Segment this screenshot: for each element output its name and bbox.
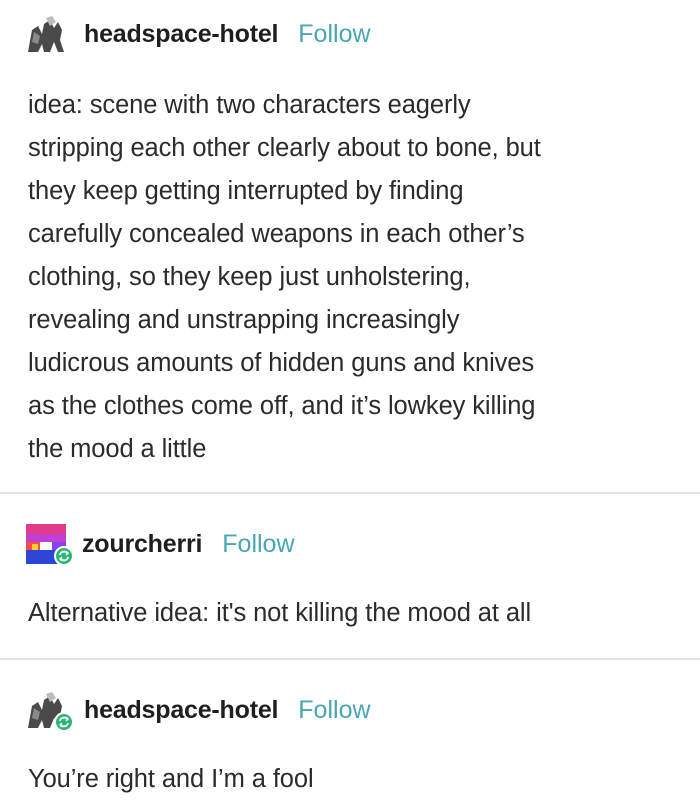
post-text: idea: scene with two characters eagerly …	[28, 84, 670, 471]
post-text-line: idea: scene with two characters eagerly	[28, 91, 471, 119]
post-header: headspace-hotel Follow	[0, 12, 700, 56]
follow-button[interactable]: Follow	[222, 530, 294, 559]
post-username[interactable]: headspace-hotel	[84, 20, 278, 49]
post-text-line: You’re right and I’m a fool	[28, 765, 314, 793]
post-text-line: as the clothes come off, and it’s lowkey…	[28, 392, 536, 420]
headspace-hotel-avatar-icon[interactable]	[24, 14, 70, 54]
post-header: headspace-hotel Follow	[0, 688, 700, 732]
post-divider	[0, 492, 700, 494]
reblog-icon	[54, 712, 74, 732]
post-text-line: they keep getting interrupted by finding	[28, 177, 464, 205]
post-divider	[0, 658, 700, 660]
reblog-icon	[54, 546, 74, 566]
post-text-line: Alternative idea: it's not killing the m…	[28, 599, 532, 627]
post-text: Alternative idea: it's not killing the m…	[28, 592, 670, 635]
follow-button[interactable]: Follow	[298, 696, 370, 725]
post-text: You’re right and I’m a fool	[28, 758, 670, 801]
post-2: zourcherri Follow Alternative idea: it's…	[0, 522, 700, 635]
post-text-line: carefully concealed weapons in each othe…	[28, 220, 525, 248]
zourcherri-avatar-icon[interactable]	[24, 524, 74, 566]
post-text-line: clothing, so they keep just unholstering…	[28, 263, 471, 291]
post-text-line: revealing and unstrapping increasingly	[28, 306, 460, 334]
post-1: headspace-hotel Follow idea: scene with …	[0, 12, 700, 471]
post-text-line: ludicrous amounts of hidden guns and kni…	[28, 349, 535, 377]
post-3: headspace-hotel Follow You’re right and …	[0, 688, 700, 801]
headspace-hotel-avatar-icon[interactable]	[24, 690, 74, 732]
post-text-line: stripping each other clearly about to bo…	[28, 134, 541, 162]
post-username[interactable]: zourcherri	[82, 530, 202, 559]
post-text-line: the mood a little	[28, 435, 207, 463]
post-header: zourcherri Follow	[0, 522, 700, 566]
follow-button[interactable]: Follow	[298, 20, 370, 49]
post-username[interactable]: headspace-hotel	[84, 696, 278, 725]
